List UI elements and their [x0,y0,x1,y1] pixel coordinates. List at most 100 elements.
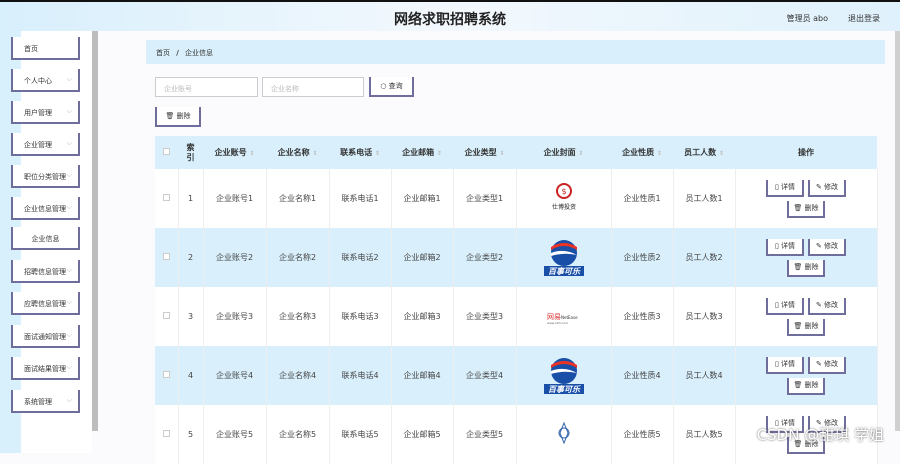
phone-text: 联系电话4 [341,371,379,380]
sort-icon[interactable]: ⇕ [719,150,724,157]
sidebar-item-11[interactable]: 系统管理 ⌵ [11,390,80,413]
cell-account: 企业账号1 [203,169,267,228]
row-checkbox[interactable] [155,287,179,346]
sidebar-item-2[interactable]: 用户管理 ⌵ [11,101,80,124]
chevron-down-icon: ⌵ [66,107,72,115]
phone-text: 联系电话3 [341,312,379,321]
row-checkbox[interactable] [155,346,179,405]
cell-name: 企业名称2 [266,228,330,287]
delete-button[interactable]: 🗑 删除 [787,259,825,277]
cell-phone: 联系电话4 [329,346,392,405]
name-text: 企业名称1 [278,194,317,203]
name-search-input[interactable]: 企业名称 [262,77,364,97]
email-text: 企业邮箱5 [403,430,441,439]
row-checkbox[interactable] [155,405,179,464]
column-header[interactable]: 员工人数 ⇕ [673,136,735,169]
index-text: 3 [187,312,194,321]
row-checkbox[interactable] [155,169,179,228]
sidebar-item-1[interactable]: 个人中心 ⌵ [11,69,80,92]
sidebar-item-10[interactable]: 面试结果管理 ⌵ [11,357,80,380]
account-text: 企业账号3 [215,312,254,321]
logout-link[interactable]: 退出登录 [848,13,880,24]
chevron-down-icon: ⌵ [66,298,72,306]
sidebar-item-9[interactable]: 面试通知管理 ⌵ [11,325,80,348]
sidebar-item-3[interactable]: 企业管理 ⌵ [11,133,80,156]
main-scrollbar[interactable] [895,31,900,431]
cell-account: 企业账号5 [203,405,267,464]
detail-button[interactable]: ▯ 详情 [766,179,804,197]
cell-nature: 企业性质2 [611,228,674,287]
sort-icon[interactable]: ⇕ [499,150,504,157]
cell-count: 员工人数2 [673,228,736,287]
type-text: 企业类型1 [465,194,504,203]
column-header-label: 企业封面 [543,148,576,157]
edit-button[interactable]: ✎ 修改 [808,356,846,374]
sort-icon[interactable]: ⇕ [578,150,583,157]
column-header-label: 联系电话 [340,148,373,157]
current-user: 管理员 abo [786,14,828,23]
detail-button[interactable]: ▯ 详情 [766,238,804,256]
sort-icon[interactable]: ⇕ [657,150,662,157]
edit-button[interactable]: ✎ 修改 [808,297,846,315]
column-header[interactable]: 企业名称 ⇕ [266,136,329,169]
index-text: 1 [187,194,194,203]
select-all-checkbox[interactable] [155,136,178,169]
sidebar-item-label: 应聘信息管理 [24,300,66,308]
account-text: 企业账号1 [215,194,254,203]
cell-cover [516,405,612,464]
delete-button[interactable]: 🗑 删除 [787,318,825,336]
column-header-label: 企业账号 [214,148,247,157]
column-header[interactable]: 企业封面 ⇕ [516,136,611,169]
query-button[interactable]: ○ 查询 [369,77,414,97]
phone-text: 联系电话2 [341,253,379,262]
delete-button[interactable]: 🗑 删除 [787,377,825,395]
row-checkbox[interactable] [155,228,179,287]
table-row: 2 企业账号2 企业名称2 联系电话2 企业邮箱2 企业类型2 百事可乐 企业性质2 员工人数2… [155,228,878,287]
breadcrumb-home[interactable]: 首页 [156,49,170,57]
cell-count: 员工人数5 [673,405,736,464]
bulk-delete-button[interactable]: 🗑 删除 [155,107,201,127]
trash-icon: 🗑 [165,112,177,120]
sidebar-item-label: 面试通知管理 [24,333,66,341]
cell-email: 企业邮箱3 [391,287,454,346]
delete-label: 删除 [804,203,819,212]
column-header[interactable]: 联系电话 ⇕ [329,136,391,169]
column-header[interactable]: 企业邮箱 ⇕ [391,136,453,169]
column-header[interactable]: 企业账号 ⇕ [203,136,266,169]
cell-phone: 联系电话2 [329,228,392,287]
sidebar-item-6[interactable]: 企业信息 [11,227,80,250]
sidebar-item-5[interactable]: 企业信息管理 ⌵ [11,197,80,220]
svg-text:仕博投资: 仕博投资 [551,203,575,211]
sidebar-item-label: 系统管理 [24,398,52,406]
column-header: 操作 [735,136,877,169]
sidebar-item-7[interactable]: 招聘信息管理 ⌵ [11,260,80,283]
svg-text:百事可乐: 百事可乐 [548,385,581,394]
delete-button[interactable]: 🗑 删除 [787,200,825,218]
column-header[interactable]: 企业类型 ⇕ [453,136,516,169]
sort-icon[interactable]: ⇕ [312,150,317,157]
cell-index: 3 [178,287,204,346]
cell-nature: 企业性质4 [611,346,674,405]
sidebar-item-8[interactable]: 应聘信息管理 ⌵ [11,292,80,315]
sort-icon[interactable]: ⇕ [249,150,254,157]
sort-icon[interactable]: ⇕ [437,150,442,157]
cell-email: 企业邮箱1 [391,169,454,228]
column-header-label: 企业类型 [464,148,497,157]
cell-account: 企业账号2 [203,228,267,287]
edit-button[interactable]: ✎ 修改 [808,179,846,197]
account-search-input[interactable]: 企业账号 [155,77,258,97]
column-header[interactable]: 企业性质 ⇕ [611,136,673,169]
account-text: 企业账号5 [215,430,254,439]
sidebar-scrollbar[interactable] [92,31,98,431]
sort-icon[interactable]: ⇕ [375,150,380,157]
detail-button[interactable]: ▯ 详情 [766,356,804,374]
name-text: 企业名称5 [278,430,317,439]
sidebar-item-4[interactable]: 职位分类管理 ⌵ [11,165,80,188]
cell-email: 企业邮箱2 [391,228,454,287]
edit-button[interactable]: ✎ 修改 [808,238,846,256]
sidebar-item-0[interactable]: 首页 [11,37,80,60]
type-text: 企业类型4 [465,371,504,380]
detail-button[interactable]: ▯ 详情 [766,297,804,315]
nature-text: 企业性质2 [623,253,661,262]
cell-type: 企业类型1 [453,169,517,228]
